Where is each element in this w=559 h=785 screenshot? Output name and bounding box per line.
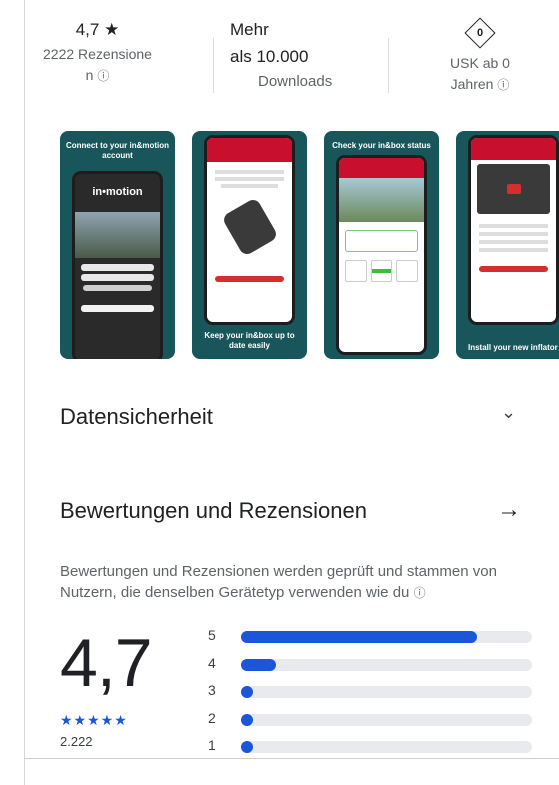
- rating-bar-row: 1: [205, 736, 535, 764]
- rating-bar-fill: [241, 713, 253, 726]
- rating-stat-value: 4,7 ★: [30, 20, 165, 40]
- divider: [388, 38, 389, 93]
- reviews-count-label: 2222 Rezensione: [43, 46, 152, 62]
- screenshot-caption: Connect to your in&motion account: [65, 141, 170, 160]
- screenshot-carousel[interactable]: Connect to your in&motion account in•mot…: [60, 131, 559, 359]
- reviews-count-label-cont: n ⓘ: [30, 65, 165, 87]
- usk-label-suffix: Jahren: [450, 76, 494, 92]
- star-icon: ★: [104, 20, 120, 39]
- arrow-right-icon[interactable]: →: [497, 496, 521, 524]
- rating-bar-fill: [241, 658, 276, 671]
- rating-bar-track: [241, 713, 532, 726]
- ratings-description: Bewertungen und Rezensionen werden geprü…: [60, 561, 540, 604]
- screenshot-4[interactable]: Install your new inflator: [456, 131, 559, 359]
- ratings-heading[interactable]: Bewertungen und Rezensionen: [60, 498, 367, 524]
- phone-mockup: [336, 155, 427, 355]
- rating-bar-track: [241, 741, 532, 753]
- reviews-count-label-suffix: n: [85, 67, 94, 83]
- info-icon[interactable]: ⓘ: [97, 69, 109, 83]
- usk-label: USK ab 0: [450, 55, 510, 71]
- average-rating: 4,7: [60, 625, 153, 701]
- phone-mockup: [204, 135, 295, 325]
- rating-bar-track: [241, 658, 532, 671]
- rating-bar-fill: [241, 631, 477, 643]
- info-icon[interactable]: ⓘ: [414, 586, 426, 600]
- downloads-line1: Mehr: [230, 20, 269, 39]
- stats-row: 4,7 ★ 2222 Rezensione n ⓘ Mehr als 10.00…: [30, 17, 540, 102]
- rating-bar-label: 1: [208, 737, 216, 753]
- downloads-label: Downloads: [258, 73, 333, 90]
- data-safety-heading[interactable]: Datensicherheit: [60, 404, 213, 430]
- divider: [24, 758, 559, 759]
- screenshot-caption: Check your in&box status: [332, 141, 431, 150]
- rating-bar-track: [241, 686, 532, 698]
- usk-badge-icon: 0: [464, 17, 496, 49]
- phone-mockup: in•motion: [72, 171, 163, 359]
- downloads-stat: Mehr als 10.000 Downloads: [230, 20, 370, 92]
- chevron-down-icon[interactable]: ⌄: [501, 402, 516, 423]
- rating-bar-row: 3: [205, 681, 535, 709]
- rating-stat[interactable]: 4,7 ★ 2222 Rezensione n ⓘ: [30, 20, 165, 87]
- usk-stat[interactable]: 0 USK ab 0 Jahren ⓘ: [430, 17, 530, 96]
- screenshot-2[interactable]: Keep your in&box up to date easily: [192, 131, 307, 359]
- star-rating-icons: ★★★★★: [60, 712, 128, 728]
- phone-mockup: [468, 135, 559, 325]
- rating-distribution: 5 4 3 2 1: [205, 626, 535, 764]
- divider: [213, 38, 214, 93]
- screenshot-3[interactable]: Check your in&box status: [324, 131, 439, 359]
- usk-label-cont: Jahren ⓘ: [430, 74, 530, 96]
- rating-count: 2.222: [60, 734, 93, 749]
- downloads-count: als 10.000: [230, 47, 309, 66]
- rating-value: 4,7: [75, 20, 100, 39]
- rating-bar-row: 4: [205, 654, 535, 682]
- screenshot-1[interactable]: Connect to your in&motion account in•mot…: [60, 131, 175, 359]
- rating-bar-fill: [241, 686, 253, 698]
- rating-bar-label: 4: [208, 654, 216, 671]
- rating-bar-row: 2: [205, 709, 535, 737]
- rating-bar-track: [241, 631, 532, 643]
- screenshot-caption: Install your new inflator: [468, 343, 558, 352]
- info-icon[interactable]: ⓘ: [497, 78, 509, 92]
- rating-bar-row: 5: [205, 626, 535, 654]
- inmotion-logo: in•motion: [92, 186, 143, 198]
- rating-bar-fill: [241, 741, 253, 753]
- rating-bar-label: 3: [208, 682, 216, 698]
- rating-bar-label: 5: [208, 627, 216, 643]
- rating-bar-label: 2: [208, 709, 216, 726]
- screenshot-caption: Keep your in&box up to date easily: [204, 331, 295, 350]
- ratings-description-text: Bewertungen und Rezensionen werden geprü…: [60, 563, 497, 601]
